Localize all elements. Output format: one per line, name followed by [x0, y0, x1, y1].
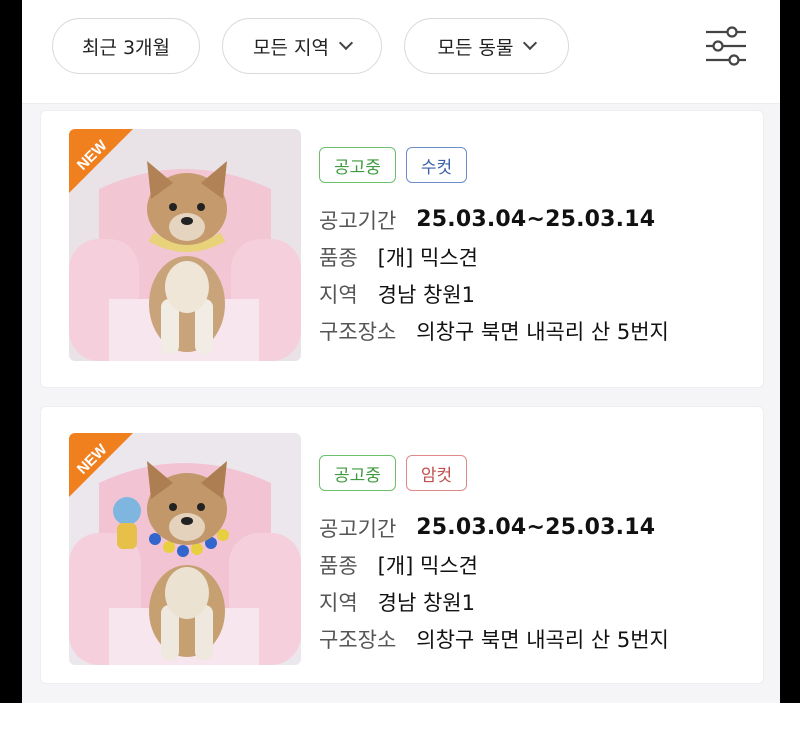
- breed-label: 품종: [319, 245, 358, 270]
- right-border: [780, 0, 800, 703]
- status-badge: 공고중: [319, 147, 396, 183]
- bottom-blank: [0, 703, 800, 743]
- animal-card[interactable]: NEW 공고중 암컷 공고기간 25.03.04~25.03.14 품종 [개]…: [40, 406, 764, 684]
- breed-row: 품종 [개] 믹스견: [319, 546, 669, 583]
- rescue-value: 의창구 북면 내곡리 산 5번지: [416, 319, 669, 344]
- sex-badge: 수컷: [405, 147, 468, 183]
- rescue-row: 구조장소 의창구 북면 내곡리 산 5번지: [319, 312, 669, 349]
- animal-filter-dropdown[interactable]: 모든 동물: [404, 18, 569, 74]
- badge-row: 공고중 수컷: [319, 147, 468, 183]
- chevron-down-icon: [338, 35, 354, 51]
- region-filter-label: 모든 지역: [253, 36, 329, 59]
- puppy-photo: NEW: [69, 129, 301, 361]
- period-row: 공고기간 25.03.04~25.03.14: [319, 201, 669, 238]
- detail-rows: 공고기간 25.03.04~25.03.14 품종 [개] 믹스견 지역 경남 …: [319, 201, 669, 349]
- region-row: 지역 경남 창원1: [319, 583, 669, 620]
- filter-bar: 최근 3개월 모든 지역 모든 동물: [22, 0, 780, 104]
- period-value: 25.03.04~25.03.14: [416, 515, 656, 540]
- period-filter-chip[interactable]: 최근 3개월: [52, 18, 200, 74]
- animal-card[interactable]: NEW 공고중 수컷 공고기간 25.03.04~25.03.14 품종 [개]…: [40, 110, 764, 388]
- badge-row: 공고중 암컷: [319, 455, 468, 491]
- breed-label: 품종: [319, 553, 358, 578]
- period-label: 공고기간: [319, 516, 397, 541]
- sliders-icon[interactable]: [702, 22, 750, 70]
- period-value: 25.03.04~25.03.14: [416, 207, 656, 232]
- period-row: 공고기간 25.03.04~25.03.14: [319, 509, 669, 546]
- sex-badge: 암컷: [405, 455, 468, 491]
- breed-value: [개] 믹스견: [377, 245, 478, 270]
- period-filter-label: 최근 3개월: [81, 36, 171, 59]
- region-label: 지역: [319, 282, 358, 307]
- period-label: 공고기간: [319, 208, 397, 233]
- left-border: [0, 0, 22, 703]
- chevron-down-icon: [523, 35, 538, 51]
- region-row: 지역 경남 창원1: [319, 275, 669, 312]
- puppy-photo: NEW: [69, 433, 301, 665]
- region-label: 지역: [319, 590, 358, 615]
- region-filter-dropdown[interactable]: 모든 지역: [222, 18, 382, 74]
- status-badge: 공고중: [319, 455, 396, 491]
- breed-value: [개] 믹스견: [377, 553, 478, 578]
- region-value: 경남 창원1: [377, 282, 475, 307]
- rescue-row: 구조장소 의창구 북면 내곡리 산 5번지: [319, 620, 669, 657]
- detail-rows: 공고기간 25.03.04~25.03.14 품종 [개] 믹스견 지역 경남 …: [319, 509, 669, 657]
- region-value: 경남 창원1: [377, 590, 475, 615]
- rescue-label: 구조장소: [319, 319, 397, 344]
- animal-filter-label: 모든 동물: [437, 36, 514, 59]
- breed-row: 품종 [개] 믹스견: [319, 238, 669, 275]
- animal-list-screen: 최근 3개월 모든 지역 모든 동물 NEW 공고중 수컷 공고기간 25.03…: [22, 0, 780, 703]
- rescue-label: 구조장소: [319, 627, 397, 652]
- rescue-value: 의창구 북면 내곡리 산 5번지: [416, 627, 669, 652]
